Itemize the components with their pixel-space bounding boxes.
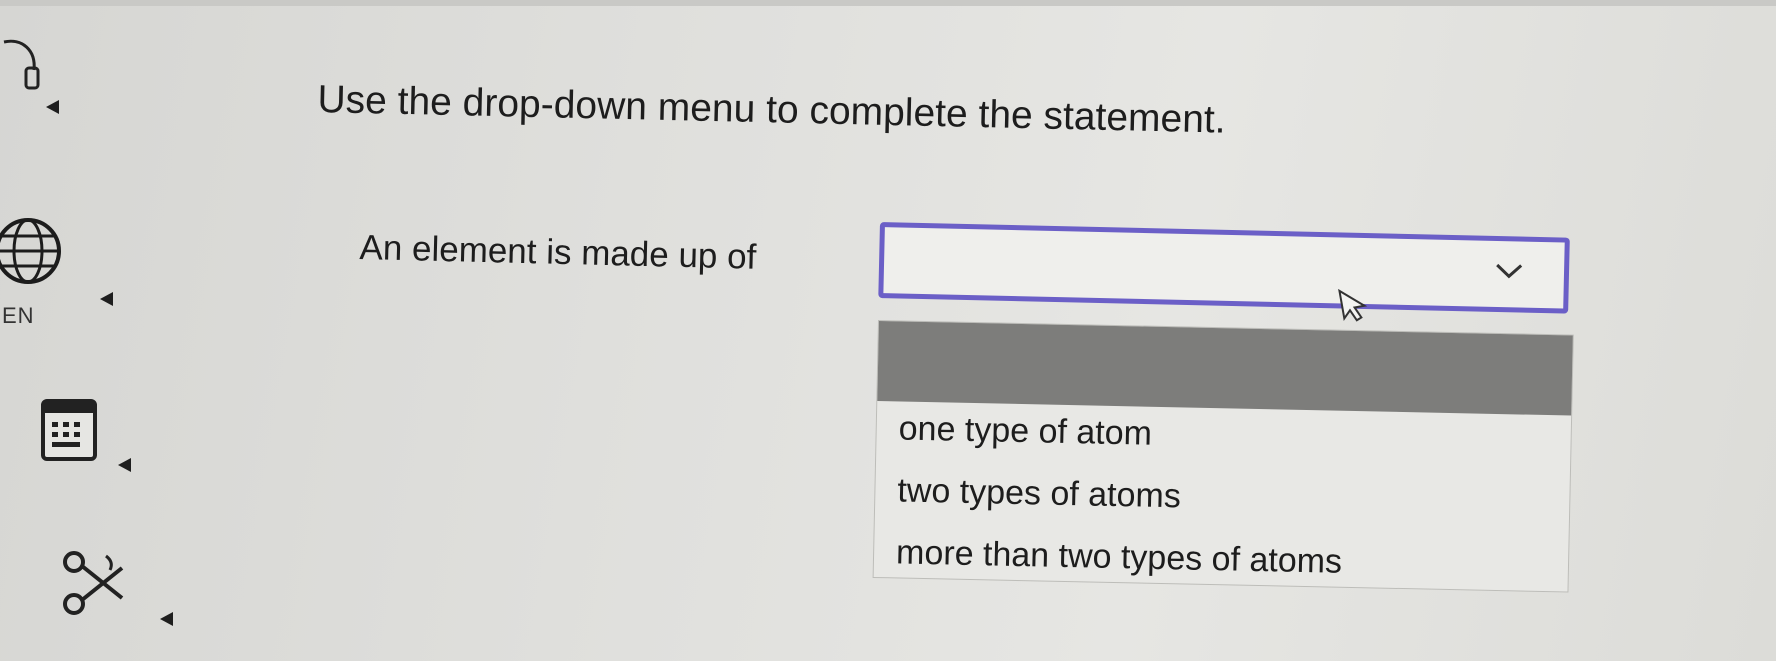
window-top-edge bbox=[0, 0, 1776, 6]
answer-dropdown[interactable] bbox=[878, 222, 1570, 314]
translate-tool-button[interactable] bbox=[0, 216, 78, 286]
scissors-icon bbox=[63, 551, 124, 615]
eliminator-tool-caret[interactable] bbox=[160, 612, 173, 626]
statement-prefix: An element is made up of bbox=[359, 228, 757, 277]
calculator-tool-button[interactable] bbox=[40, 398, 100, 462]
audio-tool-button[interactable] bbox=[0, 28, 44, 98]
dropdown-option-blank[interactable] bbox=[877, 321, 1573, 416]
mouse-cursor-icon bbox=[1338, 288, 1368, 322]
calculator-icon bbox=[41, 399, 97, 461]
audio-tool-caret[interactable] bbox=[46, 100, 59, 114]
audio-icon bbox=[3, 39, 40, 90]
question-instruction: Use the drop-down menu to complete the s… bbox=[317, 78, 1227, 142]
tool-rail: EN bbox=[0, 0, 200, 661]
translate-tool-caret[interactable] bbox=[100, 292, 113, 306]
eliminator-tool-button[interactable] bbox=[58, 548, 148, 624]
dropdown-option-one-type[interactable]: one type of atom bbox=[876, 409, 1571, 463]
chevron-down-icon bbox=[1496, 263, 1523, 279]
dropdown-option-two-types[interactable]: two types of atoms bbox=[875, 471, 1570, 525]
calculator-tool-caret[interactable] bbox=[118, 458, 131, 472]
globe-icon bbox=[0, 218, 61, 284]
dropdown-options-list: one type of atom two types of atoms more… bbox=[872, 320, 1574, 593]
language-label: EN bbox=[2, 303, 35, 328]
dropdown-option-more-than-two[interactable]: more than two types of atoms bbox=[874, 533, 1569, 587]
